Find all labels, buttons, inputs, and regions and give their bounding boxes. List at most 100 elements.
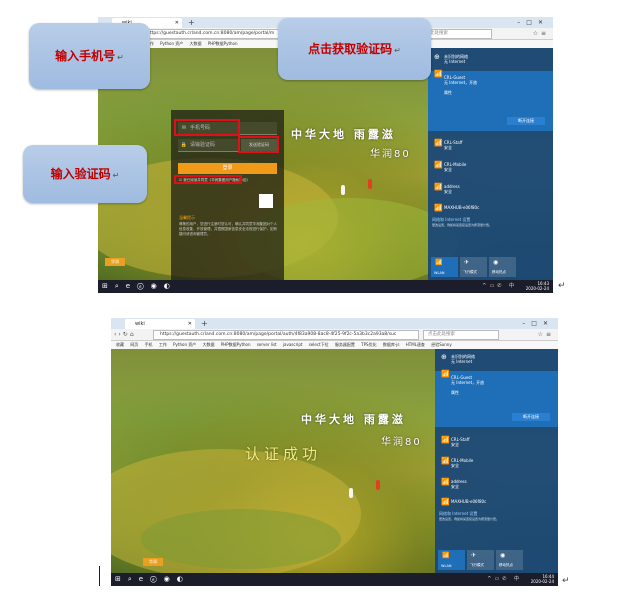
wlan-tile[interactable]: 📶 WLAN [438,550,465,570]
callout-get-code: 点击获取验证码 ↵ [278,18,431,80]
network-flyout: ⊕ 未识别的网络无 Internet 📶 CRL-Guest 无 Internet… [435,349,558,573]
hotspot-tile[interactable]: ◉ 移动热点 [496,550,523,570]
notice-text: 尊敬的用户，您进行注册时您认可，确认并同意华润集团对个人信息收集，开放管理，并遵… [179,222,277,236]
search-input[interactable]: 点击此处搜索 [423,330,499,340]
person-figure [349,488,353,498]
login-panel: ✉ 手机号码 🔒 请输验证码 发送验证码 登录 ☑ 我已阅读并同意《华润集团用户隐私… [171,110,284,290]
network-item-selected[interactable]: 📶 CRL-Guest 无 Internet，开放 属性 断开连接 [428,71,553,131]
hotspot-icon: ◉ [500,552,506,559]
login-button[interactable]: 登录 [178,163,277,174]
wifi-icon: 📶 [434,139,443,147]
wlan-tile[interactable]: 📶 WLAN [431,257,458,277]
browser-menu-icon[interactable]: ☆≡ [533,28,549,39]
system-tray-icons[interactable]: ^▭✆ 中 [487,573,522,586]
properties-link[interactable]: 属性 [451,390,484,395]
system-tray-icons[interactable]: ^▭✆ 中 [482,280,517,293]
bookmark-item[interactable]: 工作 [159,342,167,347]
screenshot-success-page: wiki ✕ + –□✕ ‹›↻⌂ https://guestauth.crla… [111,318,558,586]
airplane-tile[interactable]: ✈ 飞行模式 [460,257,487,277]
person-figure [341,185,345,195]
bookmark-item[interactable]: select下拉 [309,342,329,347]
browser-menu-icon[interactable]: ☆≡ [538,329,554,340]
highlight-box [174,175,242,184]
disconnect-button[interactable]: 断开连接 [512,413,550,421]
person-figure [368,179,372,189]
wifi-icon: 📶 [434,183,443,191]
network-flyout: ⊕ 未识别的网络无 Internet 📶 CRL-Guest 无 Internet… [428,48,553,280]
callout-phone: 输入手机号 ↵ [29,23,150,89]
highlight-box [174,119,240,136]
wifi-icon: 📶 [434,204,443,212]
wifi-icon: 📶 [435,259,443,266]
bookmark-item[interactable]: javascript [283,342,303,347]
airplane-tile[interactable]: ✈ 飞行模式 [467,550,494,570]
bookmark-item[interactable]: 数据库-js [383,342,400,347]
return-mark: ↵ [558,281,566,291]
bookmark-item[interactable]: 大数据 [190,41,202,46]
bookmark-item[interactable]: server list [257,342,277,347]
highlight-box [238,136,279,153]
tab-title: wiki [135,321,145,327]
bookmark-item[interactable]: 服务器配置 [335,342,355,347]
return-mark: ↵ [562,576,570,586]
quick-tiles: 📶 WLAN ✈ 飞行模式 ◉ 移动热点 [435,549,558,573]
wifi-icon: 📶 [441,478,450,486]
auth-success-text: 认证成功 [245,445,322,463]
code-field[interactable]: 🔒 请输验证码 [178,139,238,152]
wifi-icon: 📶 [441,498,450,506]
new-tab-icon[interactable]: + [201,318,208,329]
wifi-icon: 📶 [434,161,443,169]
close-icon[interactable]: ✕ [175,18,179,28]
nav-buttons-icon[interactable]: ‹›↻⌂ [114,329,136,340]
new-tab-icon[interactable]: + [188,17,195,28]
bookmark-item[interactable]: 收藏 [116,342,124,347]
bookmark-item[interactable]: Python 资产 [173,342,196,347]
close-icon[interactable]: ✕ [188,319,192,329]
wifi-icon: 📶 [441,370,450,378]
brand-logo: 华润 [105,258,125,266]
banner-headline: 中华大地 雨露滋 [301,413,406,426]
window-controls[interactable]: –□✕ [517,17,549,28]
browser-tab[interactable]: wiki ✕ [125,319,195,329]
bookmark-item[interactable]: TPS优化 [361,342,376,347]
bookmark-item[interactable]: 手机 [145,342,153,347]
lock-icon: 🔒 [180,142,188,148]
return-mark: ↵ [112,171,120,180]
windows-taskbar: ⊞⌕eⓔ◉◐ ^▭✆ 中 16:43 2020-02-24 [98,280,553,293]
person-figure [376,480,380,490]
wifi-icon: 📶 [434,70,443,78]
airplane-icon: ✈ [471,552,477,559]
network-settings-hint: 更改设置，例如将某连接设置为按流量计费。 [439,517,500,521]
windows-taskbar: ⊞⌕eⓔ◉◐ ^▭✆ 中 16:44 2020-02-24 [111,573,558,586]
disconnect-button[interactable]: 断开连接 [507,117,545,125]
bookmark-item[interactable]: PHP数据Python [221,342,251,347]
taskbar-clock[interactable]: 16:44 2020-02-24 [531,574,554,584]
hotspot-tile[interactable]: ◉ 移动热点 [489,257,516,277]
globe-icon: ⊕ [434,53,440,61]
globe-icon: ⊕ [441,353,447,361]
banner-subline: 华润80 [370,149,411,160]
network-settings-hint: 更改设置，例如将某连接设置为按流量计费。 [432,223,493,227]
bookmark-item[interactable]: 网页 [130,342,138,347]
bookmark-item[interactable]: PHP数据Python [208,41,238,46]
network-item-selected[interactable]: 📶 CRL-Guest 无 Internet，开放 属性 断开连接 [435,371,558,427]
window-controls[interactable]: –□✕ [522,318,554,329]
taskbar-app-icons[interactable]: ⊞⌕eⓔ◉◐ [115,573,190,586]
properties-link[interactable]: 属性 [444,90,477,95]
browser-tab-bar: wiki ✕ + –□✕ [111,318,558,329]
bookmark-item[interactable]: Python 资产 [160,41,183,46]
wifi-icon: 📶 [442,552,450,559]
callout-code: 输入验证码 ↵ [23,145,147,203]
wifi-icon: 📶 [441,457,450,465]
field-decoration [141,509,341,569]
taskbar-app-icons[interactable]: ⊞⌕eⓔ◉◐ [102,280,177,293]
banner-headline: 中华大地 雨露滋 [291,128,396,141]
bookmark-item[interactable]: 大数据 [203,342,215,347]
bookmark-item[interactable]: HTML速查 [406,342,425,347]
taskbar-clock[interactable]: 16:43 2020-02-24 [526,281,549,291]
bookmark-item[interactable]: 经验Sunny [431,342,452,347]
return-mark: ↵ [117,53,124,62]
address-bar[interactable]: https://guestauth.crland.com.cn:8080/am/… [153,330,419,340]
brand-logo: 华润 [143,558,163,566]
notice-title: 温馨提示 [179,215,195,220]
